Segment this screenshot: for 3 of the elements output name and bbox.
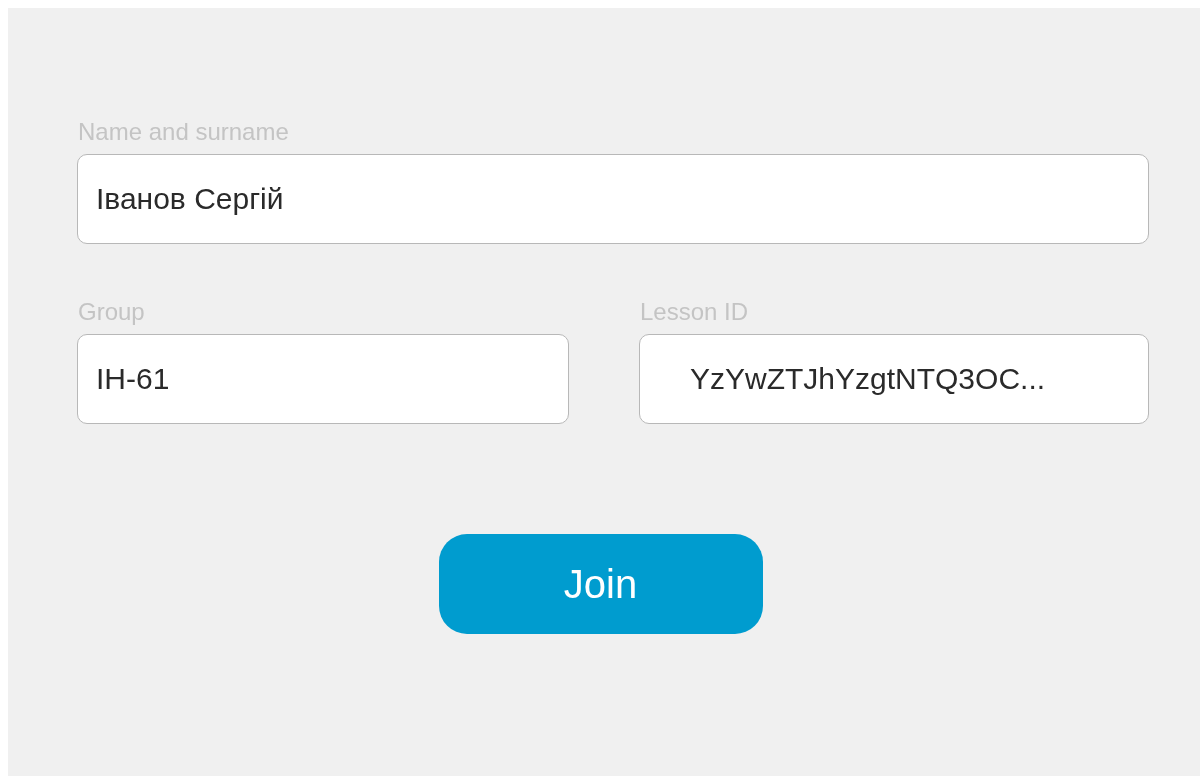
input-field[interactable]: Іванов Сергій [77, 154, 1149, 244]
input-field[interactable]: ІН-61 [77, 334, 569, 424]
input-field[interactable]: YzYwZTJhYzgtNTQ3OC... [639, 334, 1149, 424]
